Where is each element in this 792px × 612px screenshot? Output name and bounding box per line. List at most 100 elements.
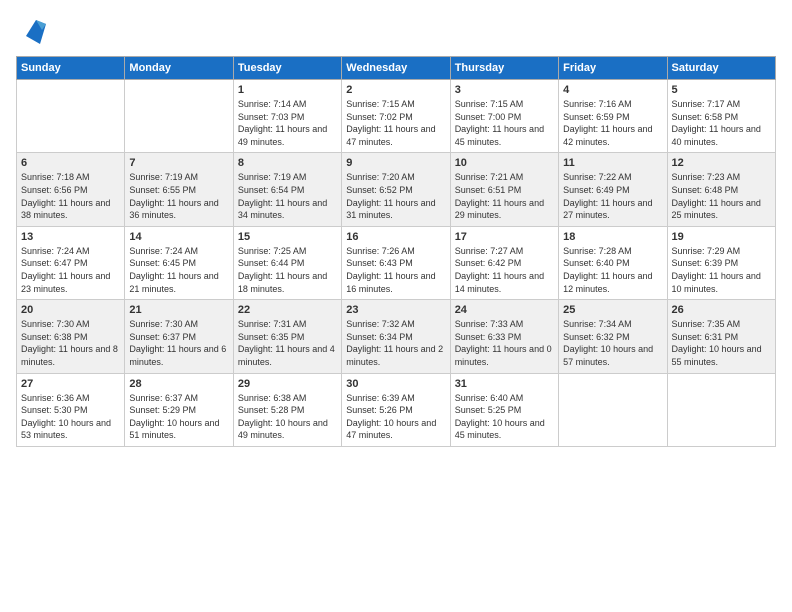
calendar-cell: 18 Sunrise: 7:28 AMSunset: 6:40 PMDayligh… xyxy=(559,226,667,299)
day-number: 13 xyxy=(21,231,120,243)
day-number: 18 xyxy=(563,231,662,243)
cell-content: Sunrise: 6:37 AMSunset: 5:29 PMDaylight:… xyxy=(129,392,228,442)
calendar-cell: 25 Sunrise: 7:34 AMSunset: 6:32 PMDayligh… xyxy=(559,300,667,373)
calendar-cell: 24 Sunrise: 7:33 AMSunset: 6:33 PMDayligh… xyxy=(450,300,558,373)
day-number: 6 xyxy=(21,157,120,169)
cell-content: Sunrise: 7:25 AMSunset: 6:44 PMDaylight:… xyxy=(238,245,337,295)
day-number: 14 xyxy=(129,231,228,243)
calendar-cell: 7 Sunrise: 7:19 AMSunset: 6:55 PMDaylight… xyxy=(125,153,233,226)
calendar-cell: 31Sunrise: 6:40 AMSunset: 5:25 PMDayligh… xyxy=(450,373,558,446)
cell-content: Sunrise: 6:38 AMSunset: 5:28 PMDaylight:… xyxy=(238,392,337,442)
day-number: 11 xyxy=(563,157,662,169)
day-number: 25 xyxy=(563,304,662,316)
day-number: 20 xyxy=(21,304,120,316)
day-header-sunday: Sunday xyxy=(17,57,125,80)
cell-content: Sunrise: 7:35 AMSunset: 6:31 PMDaylight:… xyxy=(672,318,771,368)
cell-content: Sunrise: 7:32 AMSunset: 6:34 PMDaylight:… xyxy=(346,318,445,368)
calendar-cell: 1 Sunrise: 7:14 AMSunset: 7:03 PMDaylight… xyxy=(233,80,341,153)
day-number: 26 xyxy=(672,304,771,316)
calendar-cell: 9 Sunrise: 7:20 AMSunset: 6:52 PMDaylight… xyxy=(342,153,450,226)
calendar-cell: 2 Sunrise: 7:15 AMSunset: 7:02 PMDaylight… xyxy=(342,80,450,153)
day-number: 21 xyxy=(129,304,228,316)
day-number: 30 xyxy=(346,378,445,390)
calendar-cell: 22 Sunrise: 7:31 AMSunset: 6:35 PMDayligh… xyxy=(233,300,341,373)
day-number: 1 xyxy=(238,84,337,96)
cell-content: Sunrise: 7:23 AMSunset: 6:48 PMDaylight:… xyxy=(672,171,771,221)
cell-content: Sunrise: 7:17 AMSunset: 6:58 PMDaylight:… xyxy=(672,98,771,148)
calendar-week-2: 6 Sunrise: 7:18 AMSunset: 6:56 PMDaylight… xyxy=(17,153,776,226)
calendar-cell: 12 Sunrise: 7:23 AMSunset: 6:48 PMDayligh… xyxy=(667,153,775,226)
cell-content: Sunrise: 7:26 AMSunset: 6:43 PMDaylight:… xyxy=(346,245,445,295)
cell-content: Sunrise: 7:20 AMSunset: 6:52 PMDaylight:… xyxy=(346,171,445,221)
day-number: 8 xyxy=(238,157,337,169)
cell-content: Sunrise: 7:14 AMSunset: 7:03 PMDaylight:… xyxy=(238,98,337,148)
day-header-friday: Friday xyxy=(559,57,667,80)
day-number: 29 xyxy=(238,378,337,390)
calendar-cell xyxy=(667,373,775,446)
calendar-cell: 15 Sunrise: 7:25 AMSunset: 6:44 PMDayligh… xyxy=(233,226,341,299)
day-number: 22 xyxy=(238,304,337,316)
calendar-cell: 26 Sunrise: 7:35 AMSunset: 6:31 PMDayligh… xyxy=(667,300,775,373)
cell-content: Sunrise: 7:16 AMSunset: 6:59 PMDaylight:… xyxy=(563,98,662,148)
cell-content: Sunrise: 7:33 AMSunset: 6:33 PMDaylight:… xyxy=(455,318,554,368)
calendar-cell: 4 Sunrise: 7:16 AMSunset: 6:59 PMDaylight… xyxy=(559,80,667,153)
calendar-week-4: 20Sunrise: 7:30 AMSunset: 6:38 PMDayligh… xyxy=(17,300,776,373)
cell-content: Sunrise: 6:39 AMSunset: 5:26 PMDaylight:… xyxy=(346,392,445,442)
day-header-monday: Monday xyxy=(125,57,233,80)
cell-content: Sunrise: 7:29 AMSunset: 6:39 PMDaylight:… xyxy=(672,245,771,295)
day-number: 27 xyxy=(21,378,120,390)
day-header-wednesday: Wednesday xyxy=(342,57,450,80)
calendar-cell: 19 Sunrise: 7:29 AMSunset: 6:39 PMDayligh… xyxy=(667,226,775,299)
cell-content: Sunrise: 7:15 AMSunset: 7:02 PMDaylight:… xyxy=(346,98,445,148)
logo xyxy=(16,16,46,44)
day-number: 7 xyxy=(129,157,228,169)
cell-content: Sunrise: 7:24 AMSunset: 6:45 PMDaylight:… xyxy=(129,245,228,295)
cell-content: Sunrise: 7:18 AMSunset: 6:56 PMDaylight:… xyxy=(21,171,120,221)
cell-content: Sunrise: 7:24 AMSunset: 6:47 PMDaylight:… xyxy=(21,245,120,295)
cell-content: Sunrise: 7:22 AMSunset: 6:49 PMDaylight:… xyxy=(563,171,662,221)
calendar-cell: 28Sunrise: 6:37 AMSunset: 5:29 PMDayligh… xyxy=(125,373,233,446)
calendar-cell: 29 Sunrise: 6:38 AMSunset: 5:28 PMDayligh… xyxy=(233,373,341,446)
page-header xyxy=(16,16,776,44)
day-number: 4 xyxy=(563,84,662,96)
calendar-table: SundayMondayTuesdayWednesdayThursdayFrid… xyxy=(16,56,776,447)
cell-content: Sunrise: 6:36 AMSunset: 5:30 PMDaylight:… xyxy=(21,392,120,442)
calendar-cell: 14 Sunrise: 7:24 AMSunset: 6:45 PMDayligh… xyxy=(125,226,233,299)
calendar-header-row: SundayMondayTuesdayWednesdayThursdayFrid… xyxy=(17,57,776,80)
day-number: 19 xyxy=(672,231,771,243)
cell-content: Sunrise: 7:34 AMSunset: 6:32 PMDaylight:… xyxy=(563,318,662,368)
calendar-cell: 23 Sunrise: 7:32 AMSunset: 6:34 PMDayligh… xyxy=(342,300,450,373)
logo-bird-icon xyxy=(22,16,46,44)
day-number: 9 xyxy=(346,157,445,169)
calendar-week-5: 27 Sunrise: 6:36 AMSunset: 5:30 PMDayligh… xyxy=(17,373,776,446)
cell-content: Sunrise: 7:15 AMSunset: 7:00 PMDaylight:… xyxy=(455,98,554,148)
day-number: 15 xyxy=(238,231,337,243)
cell-content: Sunrise: 7:30 AMSunset: 6:37 PMDaylight:… xyxy=(129,318,228,368)
calendar-cell: 11 Sunrise: 7:22 AMSunset: 6:49 PMDayligh… xyxy=(559,153,667,226)
day-number: 23 xyxy=(346,304,445,316)
day-number: 17 xyxy=(455,231,554,243)
day-number: 3 xyxy=(455,84,554,96)
calendar-cell xyxy=(125,80,233,153)
day-header-saturday: Saturday xyxy=(667,57,775,80)
calendar-cell: 21 Sunrise: 7:30 AMSunset: 6:37 PMDayligh… xyxy=(125,300,233,373)
day-number: 24 xyxy=(455,304,554,316)
calendar-cell: 30 Sunrise: 6:39 AMSunset: 5:26 PMDayligh… xyxy=(342,373,450,446)
calendar-cell: 5Sunrise: 7:17 AMSunset: 6:58 PMDaylight… xyxy=(667,80,775,153)
day-header-thursday: Thursday xyxy=(450,57,558,80)
cell-content: Sunrise: 7:31 AMSunset: 6:35 PMDaylight:… xyxy=(238,318,337,368)
day-number: 16 xyxy=(346,231,445,243)
day-number: 2 xyxy=(346,84,445,96)
calendar-week-1: 1 Sunrise: 7:14 AMSunset: 7:03 PMDaylight… xyxy=(17,80,776,153)
calendar-cell: 8 Sunrise: 7:19 AMSunset: 6:54 PMDaylight… xyxy=(233,153,341,226)
cell-content: Sunrise: 7:19 AMSunset: 6:55 PMDaylight:… xyxy=(129,171,228,221)
calendar-cell: 6 Sunrise: 7:18 AMSunset: 6:56 PMDaylight… xyxy=(17,153,125,226)
cell-content: Sunrise: 7:27 AMSunset: 6:42 PMDaylight:… xyxy=(455,245,554,295)
cell-content: Sunrise: 7:19 AMSunset: 6:54 PMDaylight:… xyxy=(238,171,337,221)
calendar-week-3: 13 Sunrise: 7:24 AMSunset: 6:47 PMDayligh… xyxy=(17,226,776,299)
day-header-tuesday: Tuesday xyxy=(233,57,341,80)
calendar-cell xyxy=(17,80,125,153)
cell-content: Sunrise: 7:28 AMSunset: 6:40 PMDaylight:… xyxy=(563,245,662,295)
cell-content: Sunrise: 7:21 AMSunset: 6:51 PMDaylight:… xyxy=(455,171,554,221)
day-number: 12 xyxy=(672,157,771,169)
